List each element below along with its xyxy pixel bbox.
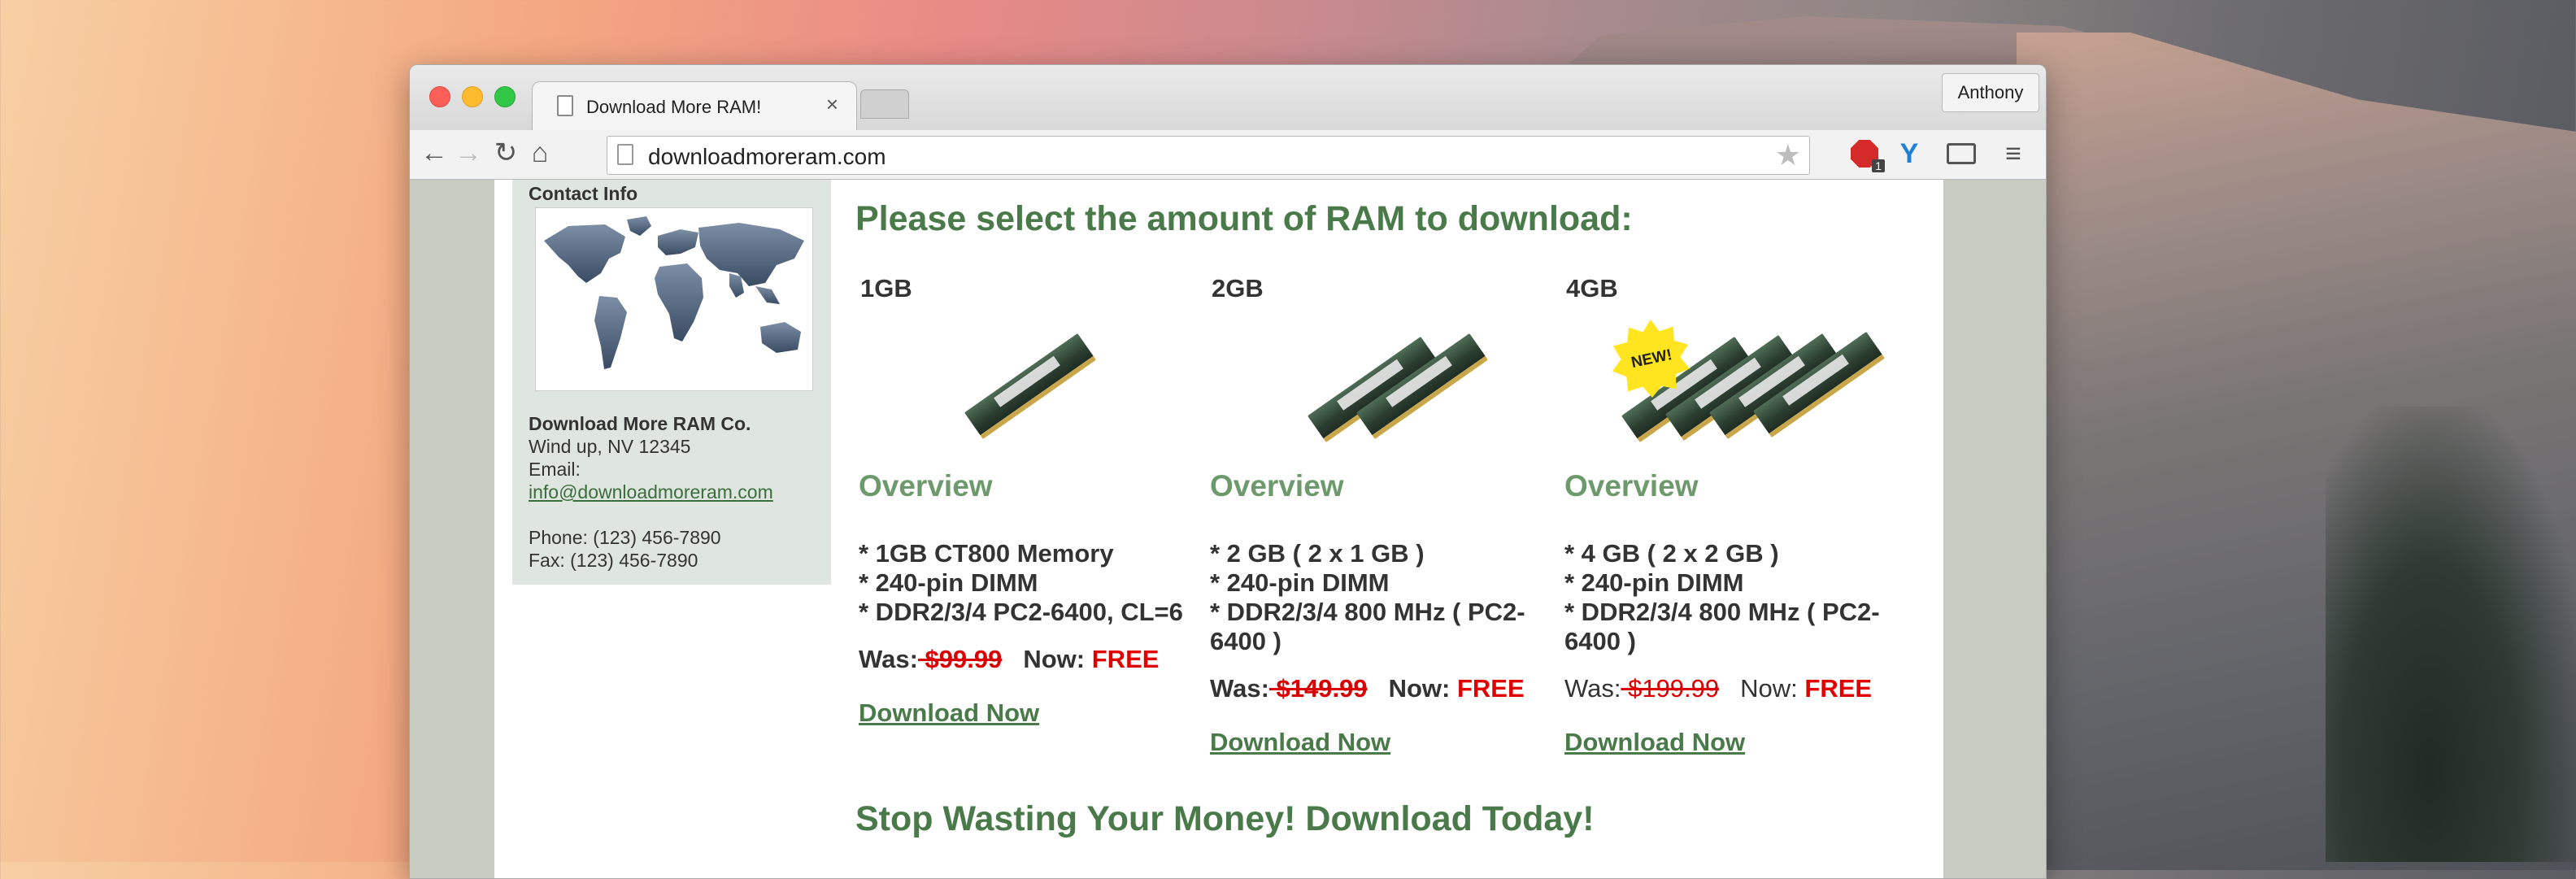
ram-stick-image: NEW!: [1612, 320, 1886, 453]
extension-badge-count: 1: [1872, 159, 1885, 172]
spec-item: * 240-pin DIMM: [859, 568, 1038, 597]
free-price: FREE: [1091, 645, 1160, 673]
browser-toolbar: ← → ↻ ⌂ downloadmoreram.com ★ 1 Y ≡: [410, 130, 2046, 180]
download-now-link[interactable]: Download Now: [1210, 728, 1390, 757]
tab-download-more-ram[interactable]: Download More RAM! ×: [532, 81, 857, 131]
now-label: Now:: [1740, 674, 1798, 703]
download-now-link[interactable]: Download Now: [1564, 728, 1745, 757]
company-name: Download More RAM Co.: [529, 413, 751, 434]
vpn-extension-icon[interactable]: Y: [1895, 137, 1924, 171]
title-bar: Download More RAM! × Anthony: [410, 65, 2046, 131]
adblock-extension-icon[interactable]: 1: [1851, 137, 1885, 172]
price-line: Was: $199.99 Now: FREE: [1564, 674, 1903, 703]
web-page: Contact Info Download More RAM Co. Wind …: [494, 180, 1943, 878]
overview-heading: Overview: [859, 469, 993, 503]
tab-title: Download More RAM!: [586, 97, 762, 117]
was-label: Was:: [1564, 674, 1621, 703]
minimize-window-button[interactable]: [462, 86, 483, 107]
spec-item: * DDR2/3/4 800 MHz ( PC2-6400 ): [1210, 598, 1525, 655]
cast-icon[interactable]: [1947, 137, 1982, 171]
page-icon: [557, 95, 573, 116]
overview-heading: Overview: [1564, 469, 1699, 503]
forward-arrow-icon[interactable]: →: [452, 137, 485, 169]
email-link[interactable]: info@downloadmoreram.com: [529, 481, 773, 503]
web-viewport: Contact Info Download More RAM Co. Wind …: [410, 180, 2046, 878]
spec-item: * 1GB CT800 Memory: [859, 539, 1114, 568]
email-label: Email:: [529, 459, 581, 480]
world-map-icon: [544, 216, 804, 369]
cast-screen-icon: [1947, 143, 1976, 164]
url-text[interactable]: downloadmoreram.com: [648, 144, 886, 170]
ram-stick-image: [953, 323, 1197, 453]
was-label: Was:: [859, 645, 918, 673]
overview-heading: Overview: [1210, 469, 1344, 503]
home-icon[interactable]: ⌂: [524, 137, 556, 169]
phone-number: Phone: (123) 456-7890: [529, 527, 721, 548]
now-label: Now:: [1388, 674, 1451, 703]
page-heading: Please select the amount of RAM to downl…: [855, 199, 1633, 238]
price-line: Was: $149.99 Now: FREE: [1210, 674, 1548, 703]
close-window-button[interactable]: [429, 86, 450, 107]
spec-item: * DDR2/3/4 800 MHz ( PC2-6400 ): [1564, 598, 1880, 655]
world-map-image: [535, 207, 813, 391]
ram-stick-image: [1304, 323, 1548, 453]
now-label: Now:: [1023, 645, 1086, 673]
profile-button[interactable]: Anthony: [1942, 73, 2039, 112]
bookmark-star-icon[interactable]: ★: [1775, 138, 1801, 172]
product-size: 1GB: [860, 274, 912, 302]
was-label: Was:: [1210, 674, 1269, 703]
old-price: $99.99: [917, 645, 1003, 673]
product-4gb: 4GB NEW! Overview * 4 GB ( 2 x 2 GB ) * …: [1561, 274, 1903, 757]
spec-item: * 240-pin DIMM: [1564, 568, 1744, 597]
free-price: FREE: [1804, 674, 1873, 703]
wallpaper-trees: [2326, 407, 2576, 862]
old-price: $199.99: [1621, 674, 1720, 703]
product-1gb: 1GB Overview * 1GB CT800 Memory * 240-pi…: [855, 274, 1197, 728]
ram-stick: [964, 333, 1097, 440]
spec-item: * 240-pin DIMM: [1210, 568, 1390, 597]
close-tab-icon[interactable]: ×: [826, 94, 838, 115]
address-bar[interactable]: downloadmoreram.com ★: [607, 136, 1810, 175]
new-tab-button[interactable]: [860, 89, 909, 119]
product-size: 4GB: [1566, 274, 1618, 302]
free-price: FREE: [1456, 674, 1525, 703]
spec-list: * 2 GB ( 2 x 1 GB ) * 240-pin DIMM * DDR…: [1210, 539, 1548, 656]
fax-number: Fax: (123) 456-7890: [529, 550, 698, 571]
price-line: Was: $99.99 Now: FREE: [859, 645, 1197, 674]
product-2gb: 2GB Overview * 2 GB ( 2 x 1 GB ) * 240-p…: [1207, 274, 1548, 757]
download-now-link[interactable]: Download Now: [859, 698, 1039, 728]
spec-item: * 2 GB ( 2 x 1 GB ): [1210, 539, 1425, 568]
old-price: $149.99: [1268, 674, 1368, 703]
spec-item: * 4 GB ( 2 x 2 GB ): [1564, 539, 1779, 568]
back-arrow-icon[interactable]: ←: [418, 137, 450, 169]
company-address: Wind up, NV 12345: [529, 436, 691, 457]
browser-window: Download More RAM! × Anthony ← → ↻ ⌂ dow…: [409, 64, 2047, 879]
tagline-heading: Stop Wasting Your Money! Download Today!: [855, 799, 1595, 838]
reload-icon[interactable]: ↻: [490, 137, 522, 169]
contact-info-heading: Contact Info: [529, 183, 638, 204]
spec-item: * DDR2/3/4 PC2-6400, CL=6: [859, 598, 1183, 626]
contact-sidebar: Contact Info Download More RAM Co. Wind …: [512, 180, 831, 585]
product-size: 2GB: [1212, 274, 1264, 302]
zoom-window-button[interactable]: [494, 86, 516, 107]
page-icon: [617, 144, 633, 165]
spec-list: * 1GB CT800 Memory * 240-pin DIMM * DDR2…: [859, 539, 1197, 627]
company-details: Download More RAM Co. Wind up, NV 12345 …: [529, 412, 773, 572]
spec-list: * 4 GB ( 2 x 2 GB ) * 240-pin DIMM * DDR…: [1564, 539, 1903, 656]
chrome-menu-icon[interactable]: ≡: [1997, 137, 2030, 171]
